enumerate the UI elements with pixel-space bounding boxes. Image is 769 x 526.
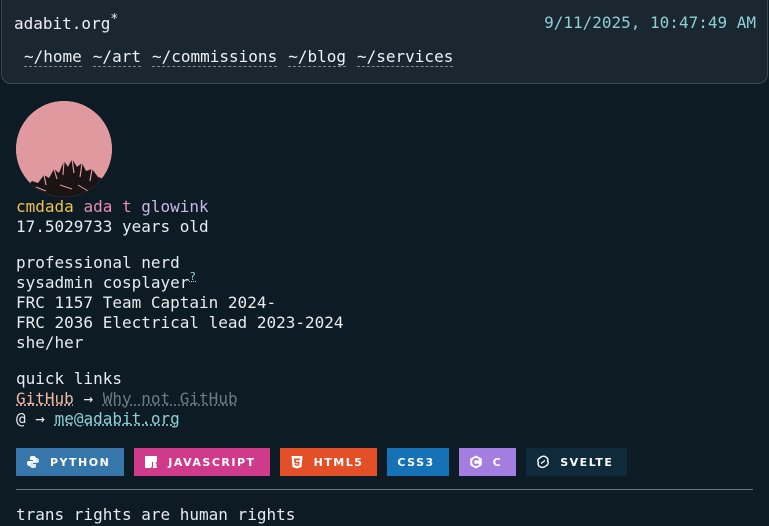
svg-text:JS: JS [151, 462, 159, 469]
arrow-icon: → [83, 389, 94, 408]
badge-label: PYTHON [50, 455, 111, 469]
svelte-badge: SVELTE [526, 448, 628, 476]
bio-line: FRC 2036 Electrical lead 2023-2024 [16, 313, 344, 332]
why-not-github-link[interactable]: Why not GitHub [103, 389, 238, 408]
nav-commissions-link[interactable]: ~/commissions [151, 47, 278, 67]
bio-line: sysadmin cosplayer [16, 273, 190, 292]
mountain-silhouette-icon [16, 101, 112, 197]
github-link-row: GitHub → Why not GitHub [16, 389, 756, 409]
python-icon [26, 455, 40, 469]
css3-badge: CSS3 [387, 448, 449, 476]
github-link[interactable]: GitHub [16, 389, 74, 408]
at-icon: @ [16, 409, 26, 428]
nav-home-link[interactable]: ~/home [24, 47, 82, 67]
python-badge: PYTHON [16, 448, 125, 476]
badge-label: JAVASCRIPT [168, 455, 256, 469]
footer-text: trans rights are human rights [16, 505, 296, 524]
javascript-badge: JS JAVASCRIPT [134, 448, 270, 476]
footnote-link[interactable]: ? [189, 270, 196, 283]
site-title[interactable]: adabit.org* [14, 12, 119, 33]
badge-label: SVELTE [560, 455, 614, 469]
site-title-text: adabit.org [14, 14, 111, 33]
names-line: cmdada ada t glowink [16, 197, 756, 217]
c-badge: C [458, 448, 517, 476]
badge-label: C [492, 455, 503, 469]
tech-badges: PYTHON JS JAVASCRIPT HTML5 CSS3 C SVELTE [16, 448, 628, 476]
real-name: ada t [83, 197, 132, 216]
nav-services-link[interactable]: ~/services [357, 47, 454, 67]
alias-name: glowink [141, 197, 209, 216]
clock: 9/11/2025, 10:47:49 AM [544, 13, 756, 32]
arrow-icon: → [35, 409, 45, 428]
svelte-icon [536, 455, 550, 469]
nav-art-link[interactable]: ~/art [92, 47, 141, 67]
pronouns-text: she/her [16, 333, 84, 352]
email-link[interactable]: me@adabit.org [55, 409, 180, 428]
site-header: adabit.org* 9/11/2025, 10:47:49 AM ~/hom… [1, 0, 768, 84]
quick-links-heading: quick links [16, 369, 122, 388]
c-icon [469, 455, 483, 469]
age-text: 17.5029733 years old [16, 217, 209, 236]
nav-blog-link[interactable]: ~/blog [288, 47, 346, 67]
javascript-icon: JS [144, 455, 158, 469]
bio-line-cosplayer: sysadmin cosplayer? [16, 270, 756, 293]
bio-line: professional nerd [16, 253, 180, 272]
main-nav: ~/home ~/art ~/commissions ~/blog ~/serv… [24, 47, 454, 67]
html5-icon [290, 455, 304, 469]
avatar [16, 101, 112, 197]
badge-label: CSS3 [397, 455, 435, 469]
divider [16, 489, 753, 490]
html5-badge: HTML5 [279, 448, 378, 476]
bio-line: FRC 1157 Team Captain 2024- [16, 293, 277, 312]
star-icon: * [110, 12, 119, 27]
email-link-row: @ → me@adabit.org [16, 409, 756, 429]
profile-content: cmdada ada t glowink 17.5029733 years ol… [16, 197, 756, 429]
badge-label: HTML5 [313, 455, 364, 469]
handle-name: cmdada [16, 197, 74, 216]
